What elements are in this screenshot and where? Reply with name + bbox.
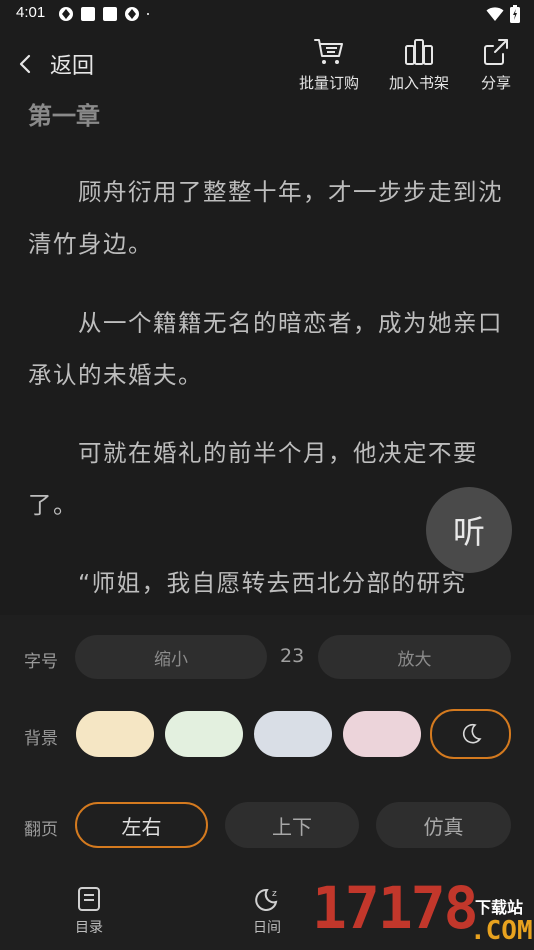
chapter-title: 第一章 [28,102,100,130]
page-turn-vertical-button[interactable]: 上下 [225,802,359,848]
add-to-bookshelf-button[interactable]: 加入书架 [389,36,449,93]
page-turn-simulation-button[interactable]: 仿真 [376,802,511,848]
wifi-icon [486,7,504,21]
paragraph: 顾舟衍用了整整十年，才一步步走到沈清竹身边。 [28,178,503,258]
page-turn-horizontal-button[interactable]: 左右 [75,802,208,848]
watermark-text: 下载站 [475,898,524,917]
status-bar: 4:01 [0,0,534,28]
background-swatch-green[interactable] [165,711,243,757]
nav-catalog[interactable]: 目录 [75,885,103,937]
nav-catalog-label: 目录 [75,920,103,936]
background-label: 背景 [24,729,58,749]
moon-icon [462,723,482,744]
page-turn-label: 翻页 [24,820,58,840]
paragraph: “师姐，我自愿转去西北分部的研究 [78,569,467,597]
bulk-purchase-label: 批量订购 [299,74,360,92]
reader-toolbar: 返回 批量订购 加入书架 分享 [0,28,534,98]
background-swatch-pink[interactable] [343,711,421,757]
nav-day-mode-label: 日间 [253,920,281,936]
site-watermark: 17178 下载站 .COM [312,874,534,950]
watermark-number: 17178 [312,874,479,942]
status-time: 4:01 [16,4,46,21]
day-night-icon: z [255,888,278,911]
cart-icon [314,39,343,64]
square-notification-icon [81,7,95,21]
app-notification-icon [125,7,139,21]
battery-icon [510,5,520,23]
font-size-label: 字号 [24,652,58,672]
decrease-font-button[interactable]: 缩小 [75,635,267,679]
bookshelf-icon [405,39,433,65]
status-notification-icons [58,6,154,22]
svg-text:z: z [272,889,277,899]
add-to-bookshelf-label: 加入书架 [389,74,450,92]
increase-font-button[interactable]: 放大 [318,635,511,679]
paragraph: 从一个籍籍无名的暗恋者，成为她亲口承认的未婚夫。 [28,309,503,389]
catalog-icon [78,887,100,911]
share-label: 分享 [480,74,511,92]
share-button[interactable]: 分享 [479,36,513,93]
background-swatch-cream[interactable] [76,711,154,757]
bulk-purchase-button[interactable]: 批量订购 [299,36,359,93]
share-icon [484,39,508,65]
chevron-left-icon [19,54,31,74]
nav-day-mode[interactable]: z 日间 [253,885,281,937]
font-size-value: 23 [280,645,305,667]
background-night-button[interactable] [430,709,511,759]
back-label: 返回 [50,54,95,79]
square-notification-icon [103,7,117,21]
watermark-domain: .COM [470,916,533,946]
listen-button[interactable]: 听 [426,487,512,573]
back-button[interactable]: 返回 [14,48,94,80]
status-system-icons [486,5,520,23]
dot-icon [147,13,149,15]
app-notification-icon [59,7,73,21]
background-swatch-blue[interactable] [254,711,332,757]
